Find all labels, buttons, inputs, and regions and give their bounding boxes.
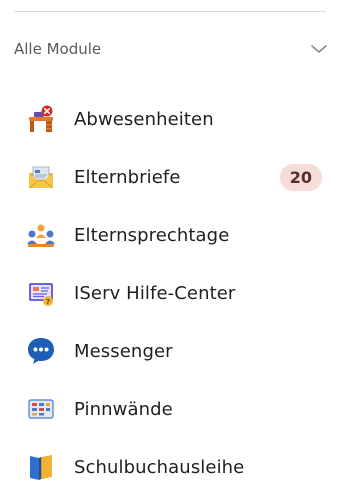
svg-text:?: ? [46,298,50,306]
module-item-elternsprechtage[interactable]: Elternsprechtage [0,206,340,264]
section-title: Alle Module [14,40,102,58]
letter-envelope-icon [24,160,58,194]
pinboard-icon [24,392,58,426]
module-label: Pinnwände [74,398,173,420]
help-center-icon: ? [24,276,58,310]
chat-bubble-icon [24,334,58,368]
module-item-elternbriefe[interactable]: Elternbriefe 20 [0,148,340,206]
books-icon [24,450,58,484]
module-item-pinnwaende[interactable]: Pinnwände [0,380,340,438]
unread-count-badge: 20 [279,163,322,191]
module-label: Schulbuchausleihe [74,456,245,478]
module-label: Elternbriefe [74,166,181,188]
module-item-messenger[interactable]: Messenger [0,322,340,380]
module-label: Elternsprechtage [74,224,230,246]
module-list: Abwesenheiten Elternbriefe 20 Elternspre… [0,90,340,496]
module-item-schulbuchausleihe[interactable]: Schulbuchausleihe [0,438,340,496]
module-item-abwesenheiten[interactable]: Abwesenheiten [0,90,340,148]
meeting-people-icon [24,218,58,252]
module-label: Abwesenheiten [74,108,214,130]
top-divider [14,11,326,12]
chevron-down-icon[interactable] [310,43,328,55]
absence-desk-icon [24,102,58,136]
module-item-iserv-hilfe-center[interactable]: ? IServ Hilfe-Center [0,264,340,322]
all-modules-header[interactable]: Alle Module [14,33,328,65]
module-label: IServ Hilfe-Center [74,282,236,304]
module-label: Messenger [74,340,173,362]
